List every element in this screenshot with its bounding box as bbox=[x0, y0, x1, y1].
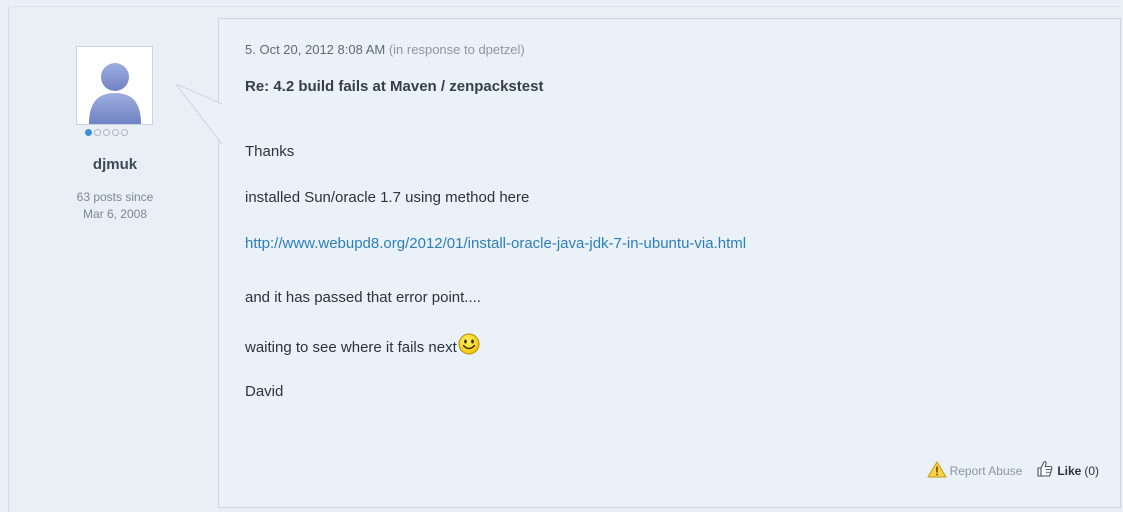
status-dot bbox=[112, 129, 119, 136]
author-username[interactable]: djmuk bbox=[60, 156, 170, 173]
forum-post: djmuk 63 posts since Mar 6, 2008 5. Oct … bbox=[0, 0, 1123, 512]
user-status-level bbox=[85, 129, 128, 137]
post-number[interactable]: 5. bbox=[245, 42, 256, 57]
smiley-emoticon-icon bbox=[458, 333, 480, 359]
status-dot bbox=[85, 129, 92, 136]
like-count: (0) bbox=[1084, 463, 1099, 478]
post-subject: Re: 4.2 build fails at Maven / zenpackst… bbox=[245, 78, 544, 95]
warning-triangle-icon bbox=[926, 460, 947, 481]
report-abuse-link[interactable]: Report Abuse bbox=[926, 460, 1023, 481]
status-dot bbox=[103, 129, 110, 136]
post-body-line: and it has passed that error point.... bbox=[245, 289, 481, 306]
report-abuse-label: Report Abuse bbox=[949, 463, 1023, 478]
post-body-line: installed Sun/oracle 1.7 using method he… bbox=[245, 189, 530, 206]
user-avatar[interactable] bbox=[76, 46, 153, 125]
status-dot bbox=[121, 129, 128, 136]
in-response-to[interactable]: (in response to dpetzel) bbox=[389, 42, 525, 57]
member-since-date: Mar 6, 2008 bbox=[82, 207, 148, 221]
like-button[interactable]: Like (0) bbox=[1036, 460, 1099, 481]
default-user-avatar-icon bbox=[77, 47, 152, 124]
like-label: Like bbox=[1057, 463, 1082, 478]
post-body-link[interactable]: http://www.webupd8.org/2012/01/install-o… bbox=[245, 235, 746, 252]
thumbs-up-icon bbox=[1036, 460, 1054, 481]
post-actions: Report Abuse Like (0) bbox=[926, 460, 1099, 481]
post-body-signature: David bbox=[245, 383, 284, 400]
bubble-pointer bbox=[176, 84, 222, 144]
status-dot bbox=[94, 129, 101, 136]
post-body-link-line: http://www.webupd8.org/2012/01/install-o… bbox=[245, 235, 746, 252]
post-count-line: 63 posts since bbox=[76, 190, 154, 204]
post-body-text: waiting to see where it fails next bbox=[245, 339, 457, 356]
post-meta: 5. Oct 20, 2012 8:08 AM (in response to … bbox=[245, 42, 525, 57]
post-body-line: Thanks bbox=[245, 143, 295, 160]
post-body-line: waiting to see where it fails next bbox=[245, 333, 480, 359]
author-post-count: 63 posts since Mar 6, 2008 bbox=[50, 189, 180, 223]
post-date: Oct 20, 2012 8:08 AM bbox=[259, 42, 386, 57]
